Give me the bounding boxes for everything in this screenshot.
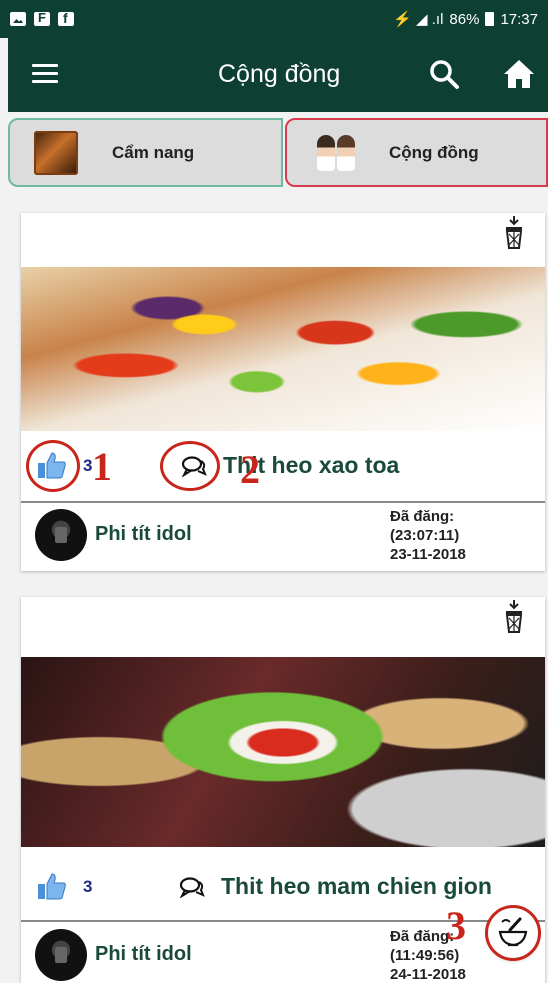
menu-icon[interactable] <box>32 64 58 84</box>
author-name[interactable]: Phi tít idol <box>95 943 192 966</box>
delete-trash-icon[interactable] <box>503 599 525 633</box>
flipboard-icon <box>34 10 50 26</box>
post-actions: 3 Thit heo mam chien gion <box>21 859 545 915</box>
food-photo[interactable] <box>21 657 545 847</box>
annotation-number: 3 <box>446 903 466 948</box>
search-icon[interactable] <box>428 58 460 90</box>
photo-icon <box>10 12 26 26</box>
posted-label: Đã đăng: <box>390 508 455 525</box>
divider <box>21 501 545 503</box>
annotation-circle-like <box>26 440 80 492</box>
status-system: ⚡ ◢ .ıl 86% 17:37 <box>393 10 538 29</box>
posted-date: 23-11-2018 <box>390 546 466 563</box>
post-author: Phi tít idol Đã đăng: (23:07:11) 23-11-2… <box>21 505 545 571</box>
comment-icon[interactable] <box>179 876 205 898</box>
battery-percent: 86% <box>449 10 480 28</box>
post-card[interactable]: 3 Thit heo mam chien gion Phi tít idol Đ… <box>21 597 545 983</box>
posted-time: (23:07:11) <box>390 527 460 544</box>
avatar[interactable] <box>35 929 87 981</box>
app-bar: Cộng đồng <box>8 38 548 112</box>
home-icon[interactable] <box>502 58 536 90</box>
like-count: 3 <box>83 877 93 896</box>
tab-cam-nang[interactable]: Cẩm nang <box>8 118 283 187</box>
posted-meta: Đã đăng: (23:07:11) 23-11-2018 <box>390 507 466 564</box>
facebook-icon <box>58 10 74 26</box>
annotation-circle-fab <box>485 905 541 961</box>
annotation-number: 2 <box>240 447 260 492</box>
signal-indicators: ⚡ ◢ .ıl <box>393 11 444 28</box>
cookbook-thumbnail <box>34 130 78 175</box>
post-author: Phi tít idol Đã đăng: (11:49:56) 24-11-2… <box>21 925 545 983</box>
battery-icon <box>485 12 495 26</box>
posted-date: 24-11-2018 <box>390 966 466 983</box>
thumbs-up-icon[interactable] <box>37 871 67 901</box>
annotation-number: 1 <box>92 444 112 489</box>
annotation-circle-comment <box>160 441 220 491</box>
community-people-icon <box>315 130 359 175</box>
delete-trash-icon[interactable] <box>503 215 525 249</box>
food-photo[interactable] <box>21 267 545 431</box>
tab-label: Cộng đồng <box>389 142 479 162</box>
post-card[interactable]: 3 Thit heo xao toa Phi tít idol Đã đăng:… <box>21 213 545 571</box>
author-name[interactable]: Phi tít idol <box>95 523 192 546</box>
divider <box>21 920 545 922</box>
status-bar: ⚡ ◢ .ıl 86% 17:37 <box>0 0 548 38</box>
avatar[interactable] <box>35 509 87 561</box>
page-title: Cộng đồng <box>218 60 341 88</box>
status-time: 17:37 <box>500 10 538 28</box>
status-notifications <box>10 10 74 26</box>
post-title[interactable]: Thit heo mam chien gion <box>221 873 492 900</box>
tab-cong-dong[interactable]: Cộng đồng <box>285 118 548 187</box>
tab-label: Cẩm nang <box>112 142 195 162</box>
